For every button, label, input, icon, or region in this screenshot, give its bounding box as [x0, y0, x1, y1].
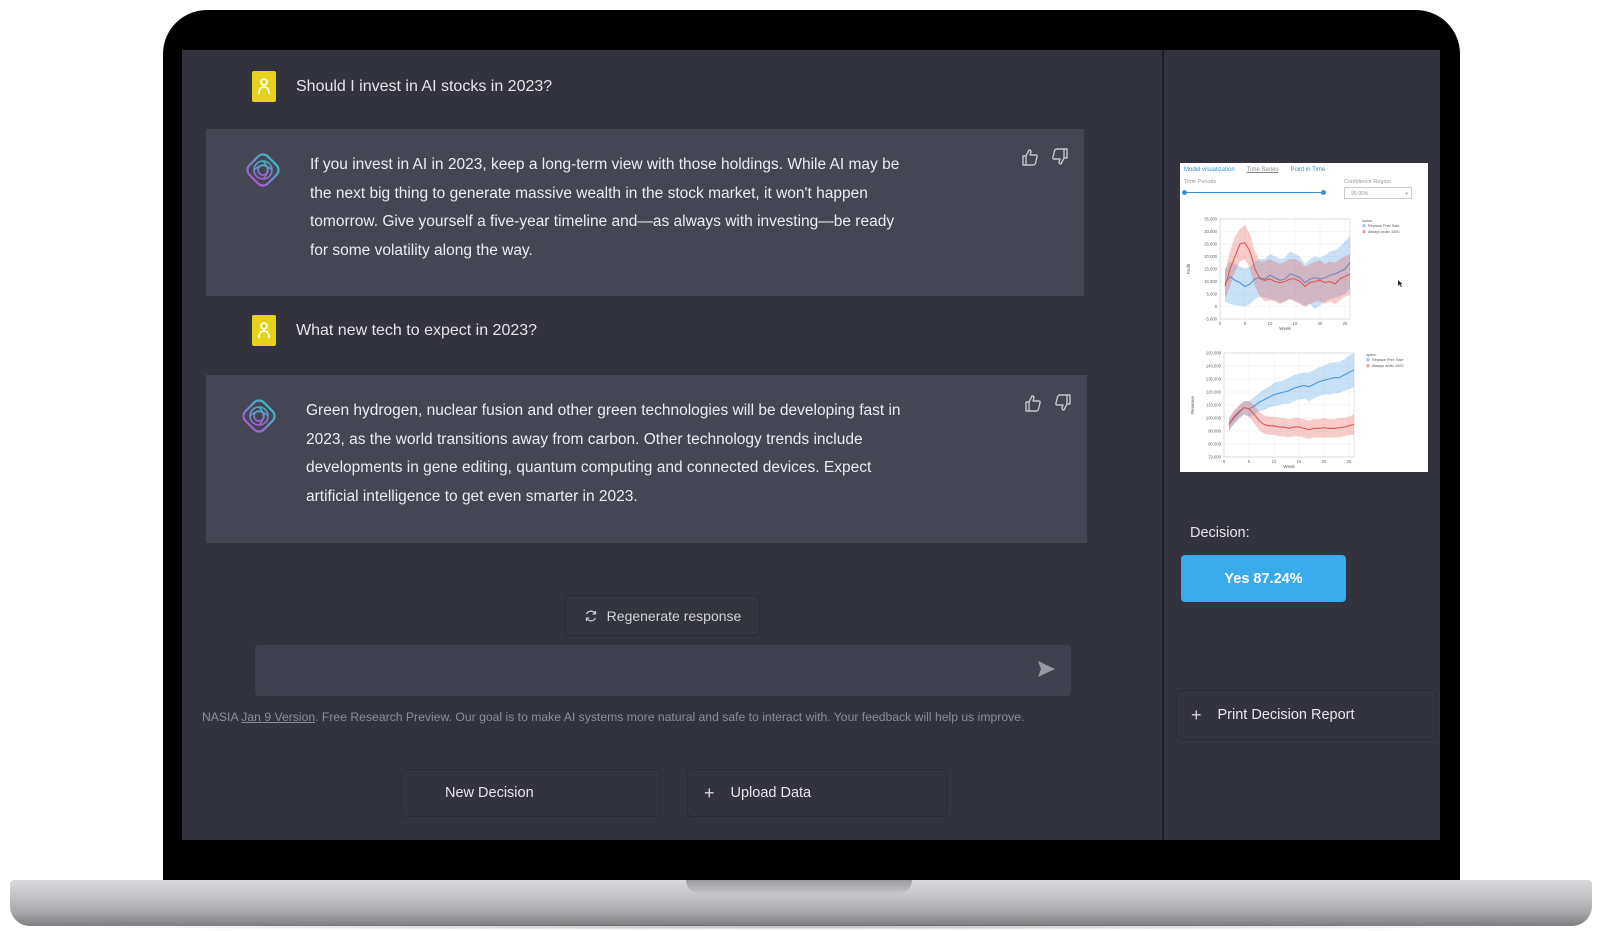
y-axis-label: Profit: [1186, 263, 1191, 274]
new-decision-button[interactable]: New Decision: [401, 769, 661, 817]
y-tick-label: 35,000: [1204, 217, 1217, 222]
y-tick-label: 100,000: [1206, 416, 1222, 421]
y-tick-label: 20,000: [1204, 254, 1217, 259]
legend-swatch: [1362, 224, 1366, 228]
mouse-cursor-icon: [1398, 280, 1403, 287]
y-tick-label: 140,000: [1206, 364, 1222, 369]
legend-swatch: [1366, 358, 1370, 362]
message-line: Green hydrogen, nuclear fusion and other…: [306, 402, 901, 419]
legend-swatch: [1366, 364, 1370, 368]
message-line: If you invest in AI in 2023, keep a long…: [310, 156, 900, 173]
legend-label: Replace Prev Sale: [1372, 358, 1403, 362]
user-icon: [252, 71, 276, 102]
decision-result-badge[interactable]: Yes 87.24%: [1181, 555, 1346, 602]
upload-data-label: Upload Data: [730, 785, 812, 801]
print-decision-report-button[interactable]: + Print Decision Report: [1176, 690, 1437, 740]
user-message-text: What new tech to expect in 2023?: [296, 321, 538, 339]
y-tick-label: 0: [1215, 304, 1218, 309]
time-series-charts: -5,00005,00010,00015,00020,00025,00030,0…: [1186, 217, 1403, 470]
laptop-notch: [686, 880, 912, 894]
user-message: Should I invest in AI stocks in 2023?: [252, 71, 552, 102]
y-tick-label: 110,000: [1206, 403, 1221, 408]
x-axis-label: Week: [1279, 326, 1291, 331]
refresh-icon: [585, 610, 596, 621]
chat-input[interactable]: [255, 645, 1071, 696]
x-tick-label: 5: [1248, 459, 1251, 464]
y-tick-label: 130,000: [1206, 377, 1222, 382]
assistant-message: If you invest in AI in 2023, keep a long…: [206, 129, 1084, 296]
x-tick-label: 20: [1318, 321, 1323, 326]
y-tick-label: 30,000: [1204, 229, 1217, 234]
model-visualization-panel: Model visualization Time Series Point in…: [1180, 163, 1428, 472]
message-line: tomorrow. Give yourself a five-year time…: [310, 213, 895, 230]
y-tick-label: 150,000: [1206, 351, 1222, 356]
panel-divider: [1162, 50, 1164, 840]
footer-disclaimer: NASIA Jan 9 Version. Free Research Previ…: [202, 710, 1122, 724]
send-icon[interactable]: [1035, 658, 1057, 680]
thumbs-down-icon[interactable]: [1050, 147, 1070, 167]
legend-title: option: [1366, 353, 1376, 357]
x-tick-label: 5: [1244, 321, 1247, 326]
assistant-message-text: Green hydrogen, nuclear fusion and other…: [306, 397, 1006, 511]
message-line: 2023, as the world transitions away from…: [306, 430, 863, 448]
assistant-message-text: If you invest in AI in 2023, keep a long…: [310, 151, 970, 265]
y-tick-label: 10,000: [1204, 279, 1217, 284]
assistant-logo-icon: [242, 399, 276, 433]
thumbs-up-icon[interactable]: [1023, 393, 1043, 413]
message-line: artificial intelligence to get even smar…: [306, 487, 638, 505]
x-tick-label: 0: [1219, 321, 1222, 326]
x-tick-label: 20: [1322, 459, 1327, 464]
user-message-text: Should I invest in AI stocks in 2023?: [296, 77, 553, 95]
x-tick-label: 15: [1293, 321, 1298, 326]
x-tick-label: 25: [1343, 321, 1348, 326]
y-tick-label: 15,000: [1204, 267, 1217, 272]
legend-title: option: [1362, 219, 1372, 223]
y-tick-label: 120,000: [1206, 390, 1222, 395]
message-line: developments in gene editing, quantum co…: [306, 459, 872, 476]
plus-icon: +: [704, 782, 715, 803]
y-tick-label: -5,000: [1205, 317, 1218, 322]
message-line: the next big thing to generate massive w…: [310, 184, 868, 202]
regenerate-response-button[interactable]: Regenerate response: [565, 595, 760, 636]
y-tick-label: 80,000: [1208, 442, 1221, 447]
print-report-label: Print Decision Report: [1217, 707, 1355, 723]
footer-text: . Free Research Preview. Our goal is to …: [315, 710, 1025, 724]
x-axis-label: Week: [1283, 464, 1295, 469]
version-link[interactable]: Jan 9 Version: [241, 710, 315, 724]
x-tick-label: 10: [1268, 321, 1273, 326]
y-tick-label: 70,000: [1208, 455, 1221, 460]
thumbs-down-icon[interactable]: [1053, 393, 1073, 413]
legend-label: Always order 1000: [1372, 364, 1403, 368]
upload-data-button[interactable]: + Upload Data: [687, 769, 947, 817]
regenerate-label: Regenerate response: [606, 607, 742, 624]
confidence-band: [1229, 401, 1354, 439]
x-tick-label: 10: [1272, 459, 1277, 464]
user-message: What new tech to expect in 2023?: [252, 315, 537, 346]
x-tick-label: 25: [1347, 459, 1352, 464]
x-tick-label: 0: [1223, 459, 1226, 464]
assistant-logo-icon: [246, 153, 280, 187]
y-tick-label: 5,000: [1207, 292, 1218, 297]
thumbs-up-icon[interactable]: [1020, 147, 1040, 167]
decision-label: Decision:: [1190, 525, 1250, 541]
y-tick-label: 25,000: [1204, 242, 1217, 247]
laptop-shadow: [40, 924, 1560, 930]
feedback-controls: [1023, 393, 1073, 413]
footer-brand: NASIA: [202, 710, 238, 724]
app-screen: Should I invest in AI stocks in 2023? If…: [182, 50, 1440, 840]
y-tick-label: 90,000: [1208, 429, 1221, 434]
legend-swatch: [1362, 230, 1366, 234]
feedback-controls: [1020, 147, 1070, 167]
y-axis-label: Revenue: [1190, 395, 1195, 414]
assistant-message: Green hydrogen, nuclear fusion and other…: [206, 375, 1087, 543]
plus-icon: +: [1191, 704, 1202, 725]
legend-label: Always order 1000: [1368, 230, 1399, 234]
x-tick-label: 15: [1297, 459, 1302, 464]
user-icon: [252, 315, 276, 346]
legend-label: Replace Prev Sale: [1368, 224, 1399, 228]
new-decision-label: New Decision: [445, 785, 534, 801]
message-line: for some volatility along the way.: [310, 241, 533, 259]
